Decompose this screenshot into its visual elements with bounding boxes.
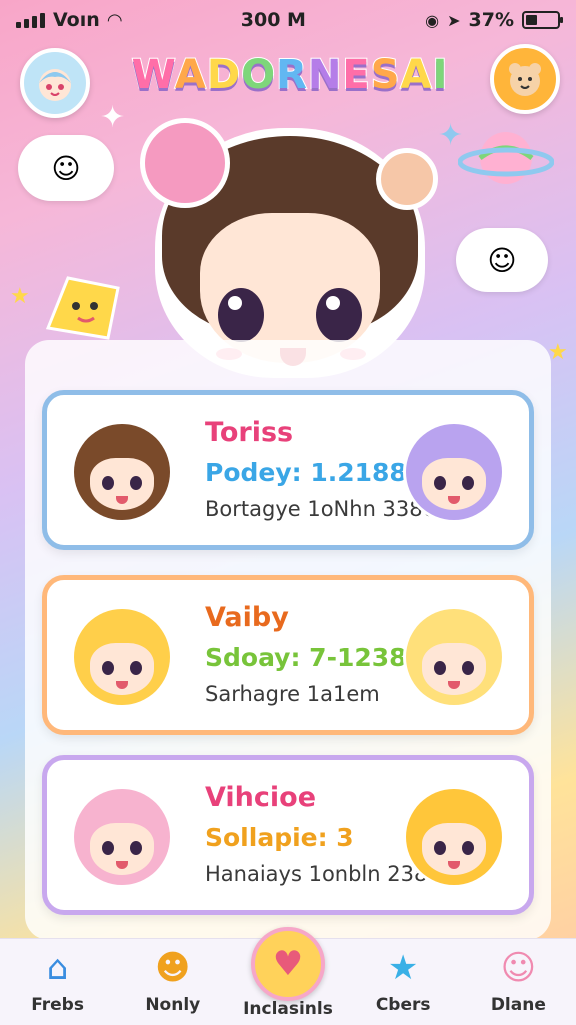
- star-icon: ★: [10, 284, 30, 309]
- character-card[interactable]: Toriss Podey: 1.2188 Bortagye 1oNhn 3386: [42, 390, 534, 550]
- status-bar: Voın ◠ 300 M ◉ ➤ 37%: [0, 0, 576, 40]
- character-avatar-left: [67, 417, 177, 527]
- tab-label: Frebs: [31, 995, 84, 1015]
- signal-icon: [16, 12, 45, 28]
- chibi-friends-icon: ☻: [155, 948, 191, 988]
- home-icon: ⌂: [46, 948, 69, 988]
- battery-label: 37%: [468, 9, 514, 31]
- sparkle-icon: ✦: [100, 100, 126, 135]
- smiling-cloud-icon: ☺: [456, 228, 548, 292]
- app-title: WADORNESAI: [131, 51, 449, 99]
- character-avatar-right: [399, 602, 509, 712]
- rewards-avatar-button[interactable]: [490, 44, 560, 114]
- tab-label: Dlane: [490, 995, 546, 1015]
- chibi-face-icon: [39, 69, 71, 101]
- smiling-cloud-icon: ☺: [18, 135, 114, 201]
- tab-inclasinls[interactable]: ♥ Inclasinls: [233, 927, 343, 1025]
- tab-frebs[interactable]: ⌂ Frebs: [3, 939, 113, 1025]
- blob-face-icon: ☺: [500, 948, 537, 988]
- character-avatar-left: [67, 602, 177, 712]
- tab-nonly[interactable]: ☻ Nonly: [118, 939, 228, 1025]
- bottom-tab-bar: ⌂ Frebs ☻ Nonly ♥ Inclasinls ★ Cbers ☺ Dlane: [0, 927, 576, 1025]
- character-card[interactable]: Vihcioe Sollapie: 3 Hanaiays 1onbln 2382: [42, 755, 534, 915]
- star-icon: ★: [387, 948, 419, 988]
- tab-dlane[interactable]: ☺ Dlane: [463, 939, 573, 1025]
- profile-avatar-button[interactable]: [20, 48, 90, 118]
- battery-icon: [522, 11, 563, 29]
- wifi-icon: ◠: [107, 9, 122, 31]
- planet-icon: [457, 118, 555, 202]
- tab-label: Inclasinls: [243, 999, 333, 1019]
- tab-label: Cbers: [375, 995, 431, 1015]
- bee-character-icon: [38, 258, 128, 352]
- tab-label: Nonly: [145, 995, 201, 1015]
- location-icon: ➤: [447, 10, 461, 30]
- rotation-lock-icon: ◉: [425, 10, 440, 30]
- chibi-bear-icon: [509, 63, 541, 96]
- header: WADORNESAI: [0, 40, 576, 120]
- character-card[interactable]: Vaiby Sdoay: 7-1238 Sarhagre 1a1em: [42, 575, 534, 735]
- tab-cbers[interactable]: ★ Cbers: [348, 939, 458, 1025]
- character-avatar-right: [399, 782, 509, 892]
- character-avatar-left: [67, 782, 177, 892]
- star-icon: ★: [548, 340, 568, 365]
- heart-icon: ♥: [250, 927, 325, 1001]
- time-label: 300 M: [240, 9, 306, 31]
- carrier-label: Voın: [53, 9, 100, 31]
- character-avatar-right: [399, 417, 509, 527]
